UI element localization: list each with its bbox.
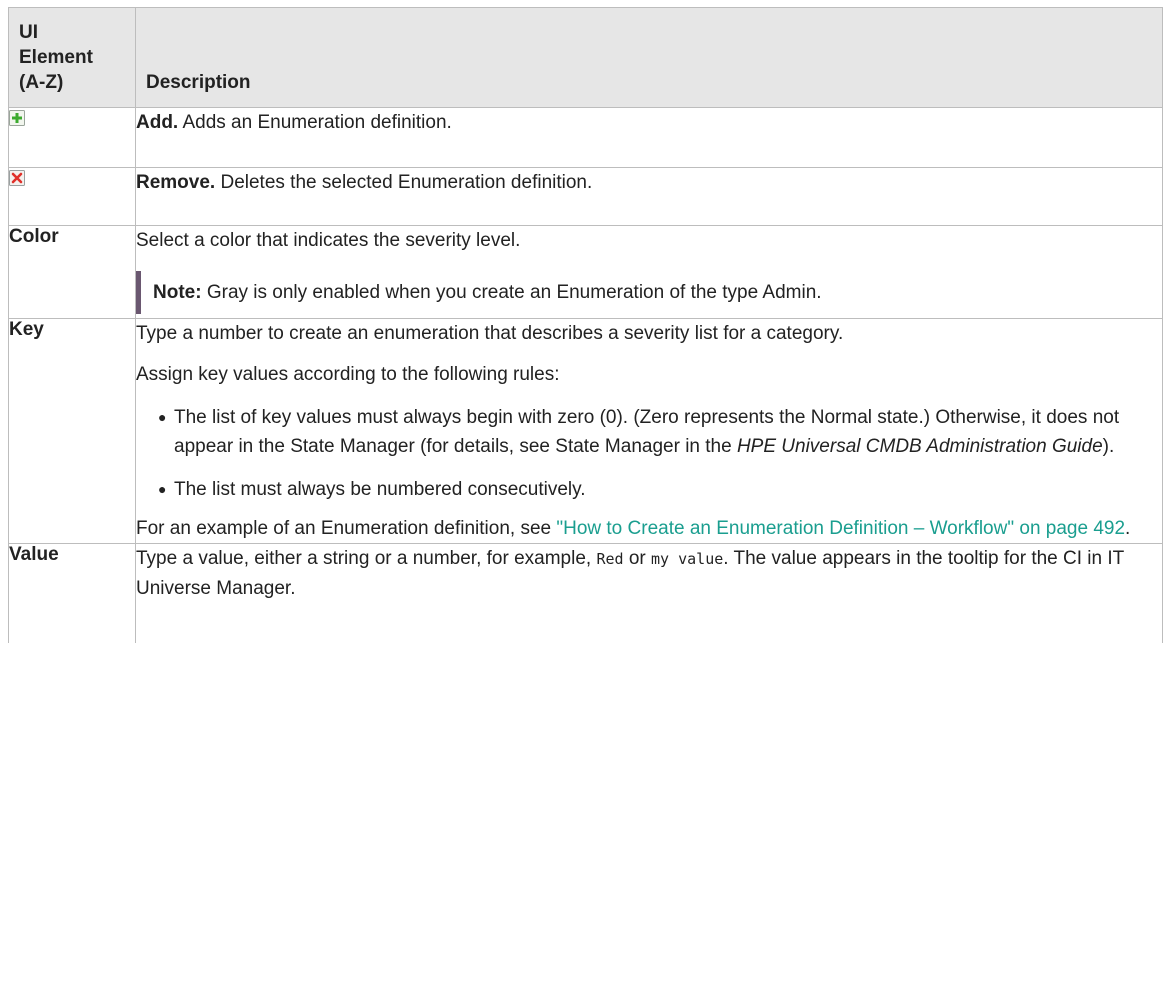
- description-cell: Remove. Deletes the selected Enumeration…: [135, 167, 1163, 226]
- header-ui-element-line: UI: [19, 22, 38, 43]
- remove-label: Remove.: [136, 172, 216, 193]
- table-header-row: UI Element (A-Z) Description: [8, 7, 1163, 108]
- add-description: Adds an Enumeration definition.: [182, 112, 452, 133]
- ui-element-cell: Key: [8, 318, 136, 544]
- ui-element-cell: Value: [8, 543, 136, 643]
- description-cell: Type a number to create an enumeration t…: [135, 318, 1163, 544]
- note-label: Note:: [153, 282, 202, 303]
- example-prefix: For an example of an Enumeration definit…: [136, 518, 557, 539]
- rule-text: The list must always be numbered consecu…: [174, 479, 586, 500]
- description-cell: Add. Adds an Enumeration definition.: [135, 107, 1163, 168]
- example-suffix: .: [1125, 518, 1131, 539]
- rules-list: ● The list of key values must always beg…: [136, 403, 1162, 504]
- key-description: Type a number to create an enumeration t…: [136, 323, 844, 344]
- bullet-icon: ●: [158, 409, 167, 425]
- code-sample: Red: [596, 550, 624, 568]
- table-row-remove: Remove. Deletes the selected Enumeration…: [8, 167, 1163, 226]
- ui-element-cell: [8, 107, 136, 168]
- bullet-icon: ●: [158, 481, 167, 497]
- header-ui-element-line: (A-Z): [19, 72, 64, 93]
- header-ui-element-line: Element: [19, 47, 93, 68]
- table-row-add: Add. Adds an Enumeration definition.: [8, 107, 1163, 168]
- ui-elements-table: UI Element (A-Z) Description Add. Adds a…: [8, 7, 1163, 643]
- add-plus-icon: [9, 110, 25, 126]
- table-row-color: Color Select a color that indicates the …: [8, 225, 1163, 319]
- remove-description: Deletes the selected Enumeration definit…: [220, 172, 593, 193]
- workflow-link[interactable]: "How to Create an Enumeration Definition…: [556, 518, 1125, 539]
- table-row-key: Key Type a number to create an enumerati…: [8, 318, 1163, 544]
- note-text: Gray is only enabled when you create an …: [206, 282, 822, 303]
- guide-title: HPE Universal CMDB Administration Guide: [736, 436, 1103, 457]
- description-cell: Select a color that indicates the severi…: [135, 225, 1163, 319]
- color-description: Select a color that indicates the severi…: [136, 230, 521, 251]
- list-item: ● The list must always be numbered conse…: [158, 475, 1162, 504]
- ui-element-cell: Color: [8, 225, 136, 319]
- note-callout: Note: Gray is only enabled when you crea…: [136, 271, 1162, 314]
- value-text: or: [623, 548, 652, 569]
- rule-text-end: ).: [1102, 436, 1115, 457]
- table-row-value: Value Type a value, either a string or a…: [8, 543, 1163, 643]
- list-item: ● The list of key values must always beg…: [158, 403, 1162, 461]
- header-ui-element: UI Element (A-Z): [8, 7, 136, 108]
- description-cell: Type a value, either a string or a numbe…: [135, 543, 1163, 643]
- header-description: Description: [135, 7, 1163, 108]
- example-paragraph: For an example of an Enumeration definit…: [136, 514, 1162, 543]
- ui-element-cell: [8, 167, 136, 226]
- add-label: Add.: [136, 112, 179, 133]
- value-text: Type a value, either a string or a numbe…: [136, 548, 597, 569]
- remove-x-icon: [9, 170, 25, 186]
- code-sample: my value: [651, 550, 724, 568]
- key-rules-intro: Assign key values according to the follo…: [136, 364, 560, 385]
